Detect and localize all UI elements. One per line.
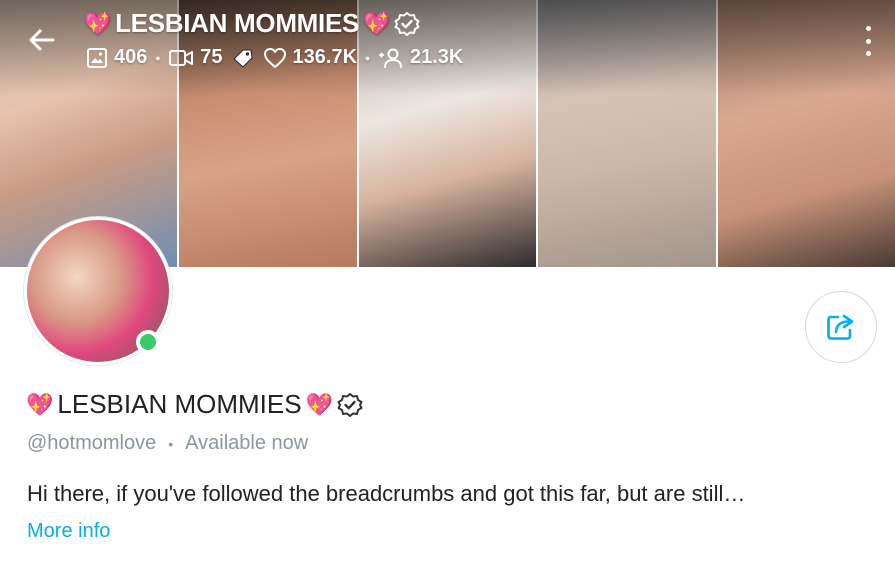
header-stats: 406 • 75 136.7K • 21.3K xyxy=(86,46,463,69)
header-title-text: LESBIAN MOMMIES xyxy=(115,8,360,38)
handle-row: @hotmomlove • Available now xyxy=(27,432,308,455)
profile-handle[interactable]: @hotmomlove xyxy=(27,432,156,455)
photos-stat[interactable]: 406 xyxy=(86,46,147,69)
likes-count: 136.7K xyxy=(292,46,358,68)
heart-emoji-icon: 💖 xyxy=(84,10,112,36)
fans-icon xyxy=(378,48,402,68)
verified-icon xyxy=(337,392,363,417)
heart-emoji-icon: 💖 xyxy=(26,391,54,417)
header-title: 💖 LESBIAN MOMMIES 💖 xyxy=(84,8,420,39)
videos-stat[interactable]: 75 xyxy=(168,46,223,69)
more-vertical-icon-dot xyxy=(865,51,871,56)
profile-name-text: LESBIAN MOMMIES xyxy=(57,389,302,419)
profile-bio: Hi there, if you've followed the breadcr… xyxy=(27,481,746,506)
photos-count: 406 xyxy=(114,46,148,68)
image-icon xyxy=(87,47,107,68)
more-vertical-icon-dot xyxy=(865,38,871,44)
more-vertical-icon-dot xyxy=(865,26,871,31)
share-button[interactable] xyxy=(805,291,877,363)
likes-stat: 136.7K xyxy=(263,46,358,69)
video-icon xyxy=(169,49,194,66)
tag-icon xyxy=(232,49,253,68)
heart-emoji-icon: 💖 xyxy=(305,391,333,417)
handle-separator: • xyxy=(168,435,174,452)
fans-count: 21.3K xyxy=(409,46,464,68)
online-status-indicator xyxy=(136,330,160,354)
arrow-left-icon xyxy=(29,29,55,51)
more-info-link[interactable]: More info xyxy=(27,520,110,543)
tag-stat xyxy=(231,47,255,69)
heart-icon xyxy=(263,47,286,68)
share-icon xyxy=(827,314,854,340)
verified-icon xyxy=(394,11,420,36)
more-options-button[interactable] xyxy=(861,26,875,56)
stat-separator: • xyxy=(155,49,161,66)
fans-stat: 21.3K xyxy=(378,46,463,69)
videos-count: 75 xyxy=(200,46,223,68)
profile-name: 💖 LESBIAN MOMMIES 💖 xyxy=(26,389,363,420)
availability-status: Available now xyxy=(185,432,309,454)
back-button[interactable] xyxy=(26,24,58,56)
stat-separator: • xyxy=(365,49,370,66)
heart-emoji-icon: 💖 xyxy=(363,10,391,36)
